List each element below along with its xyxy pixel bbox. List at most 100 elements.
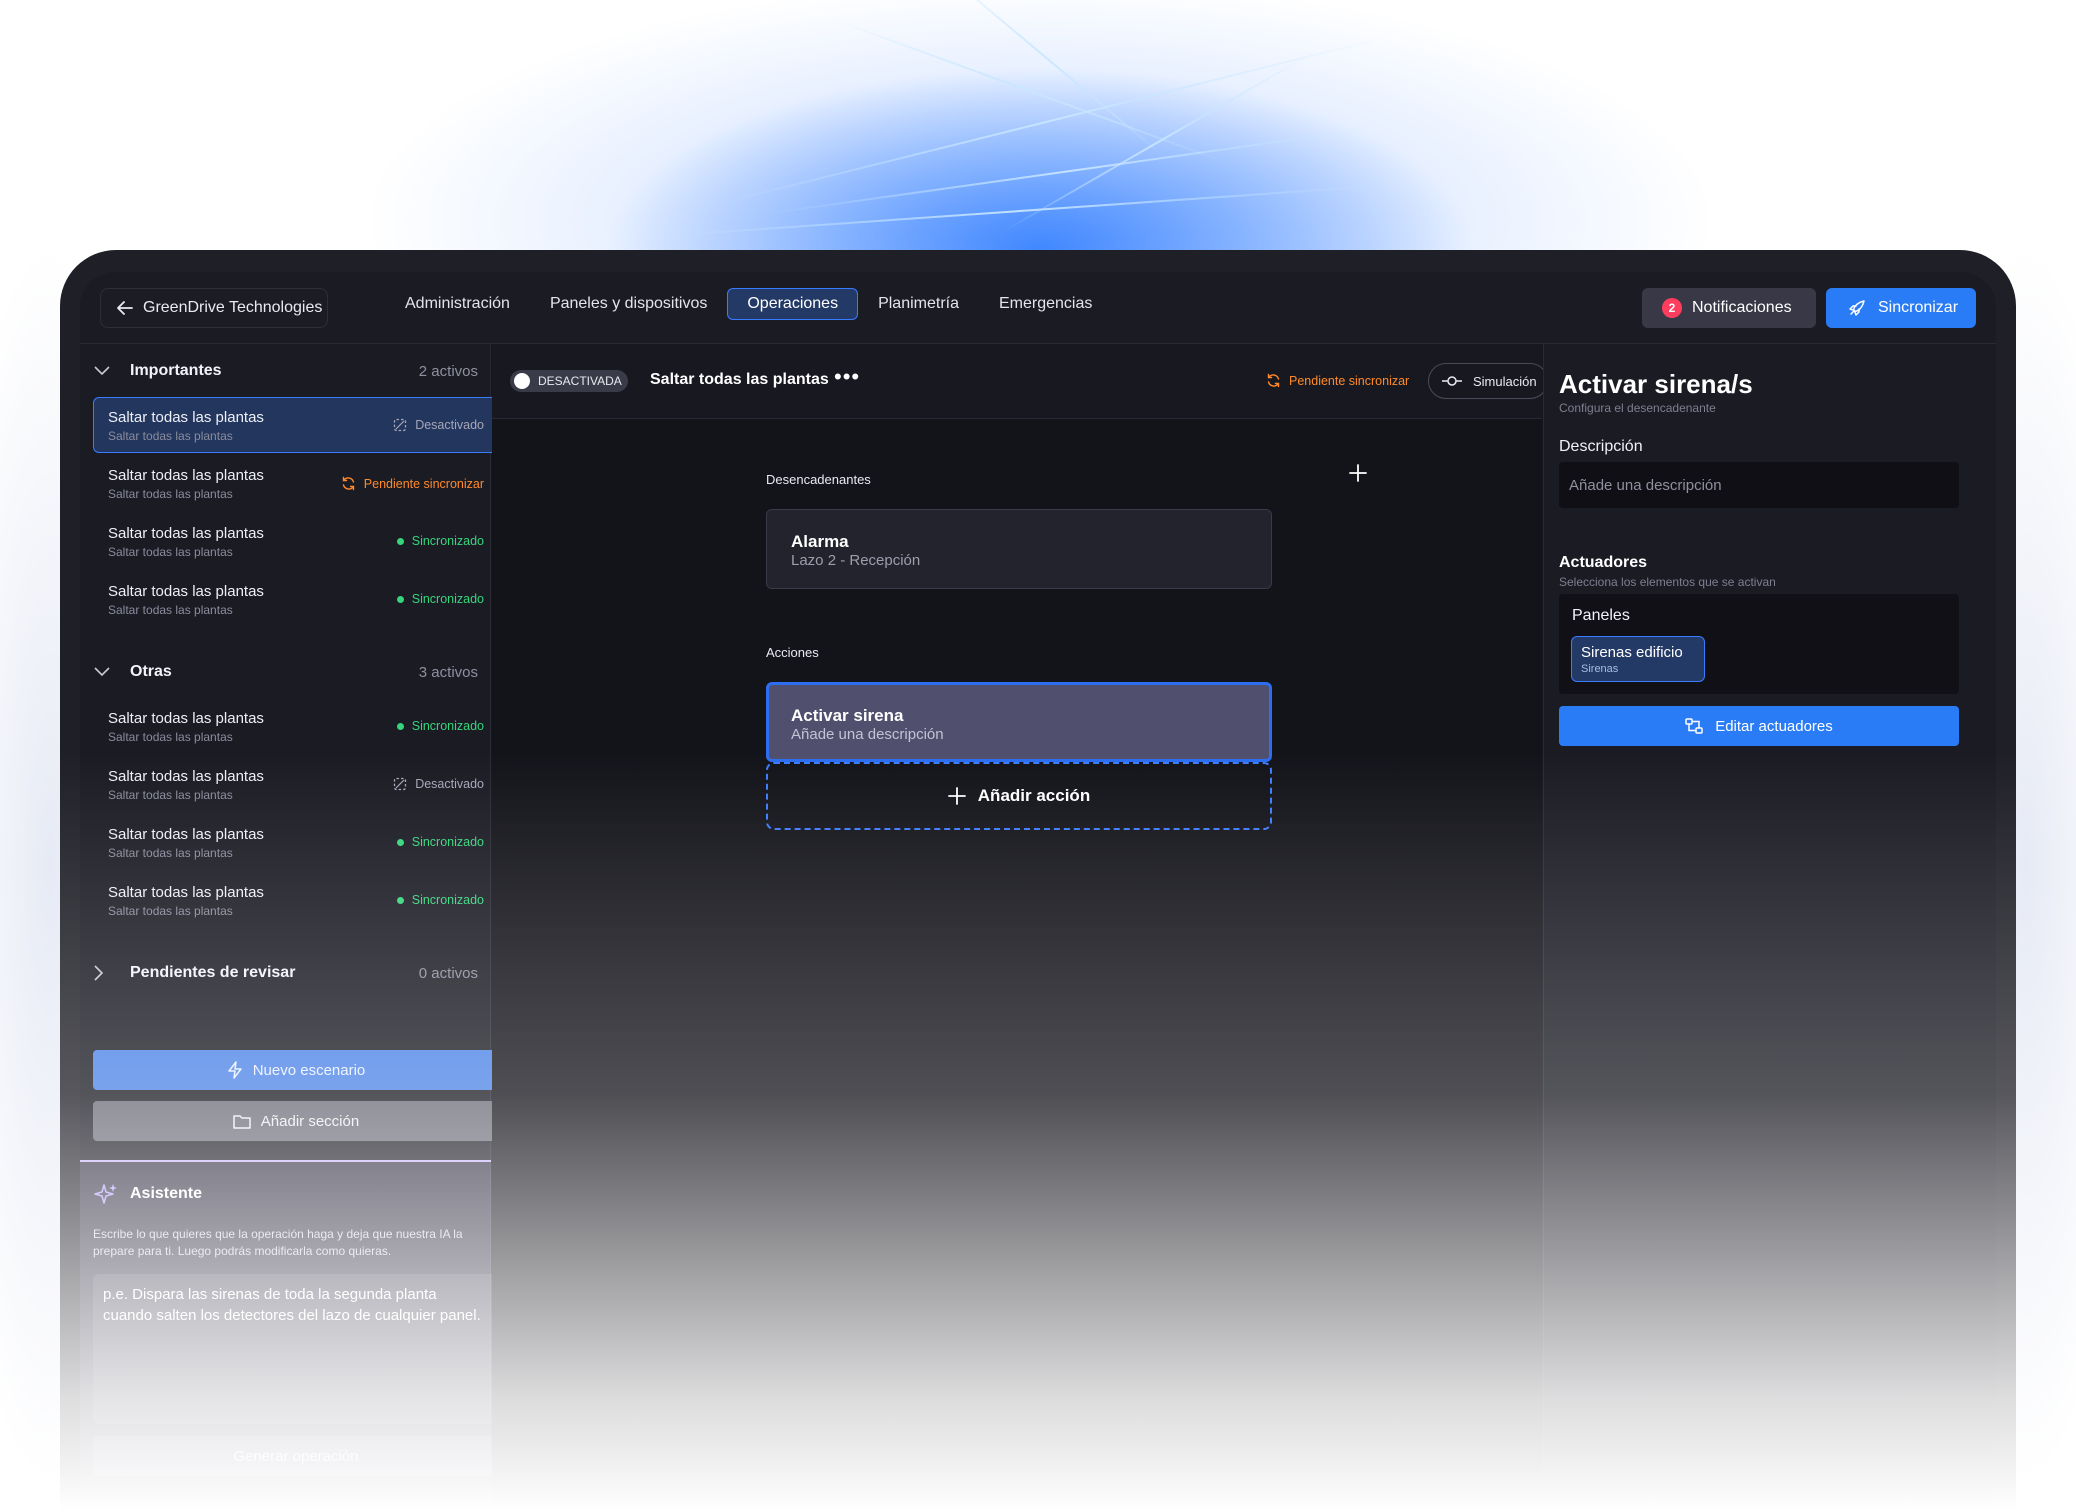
- status-badge: Sincronizado: [396, 835, 484, 849]
- assistant-description: Escribe lo que quieres que la operación …: [93, 1227, 463, 1258]
- section-otras[interactable]: Otras 3 activos: [94, 657, 478, 687]
- assistant-prompt-input[interactable]: p.e. Dispara las sirenas de toda la segu…: [93, 1274, 499, 1424]
- tab-paneles-dispositivos[interactable]: Paneles y dispositivos: [530, 288, 727, 320]
- active-toggle[interactable]: DESACTIVADA: [510, 370, 628, 392]
- new-scenario-label: Nuevo escenario: [252, 1061, 366, 1079]
- chevron-right-icon: [94, 965, 116, 981]
- refresh-icon: [341, 476, 356, 491]
- item-subtitle: Saltar todas las plantas: [108, 730, 233, 744]
- tab-planimetria[interactable]: Planimetría: [858, 288, 979, 320]
- status-badge: Desactivado: [393, 418, 484, 432]
- operation-editor: DESACTIVADA Saltar todas las plantas •••…: [492, 344, 1548, 1512]
- pending-sync-status: Pendiente sincronizar: [1266, 373, 1409, 388]
- sparkles-icon: [94, 1182, 118, 1206]
- group-title: Paneles: [1572, 607, 1630, 624]
- sync-button[interactable]: Sincronizar: [1826, 288, 1976, 328]
- tab-emergencias[interactable]: Emergencias: [979, 288, 1112, 320]
- notifications-label: Notificaciones: [1692, 299, 1792, 316]
- simulation-label: Simulación: [1473, 373, 1537, 389]
- panel-title: Activar sirena/s: [1559, 369, 1753, 399]
- list-item[interactable]: Saltar todas las plantas Saltar todas la…: [93, 698, 499, 754]
- status-dot-icon: [396, 722, 404, 730]
- status-text: Sincronizado: [411, 534, 484, 548]
- trigger-title: Alarma: [791, 532, 849, 551]
- status-badge: Sincronizado: [396, 893, 484, 907]
- list-item[interactable]: Saltar todas las plantas Saltar todas la…: [93, 872, 499, 928]
- arrow-left-icon: [117, 301, 133, 315]
- status-badge: Sincronizado: [396, 592, 484, 606]
- plus-icon: [947, 787, 966, 805]
- add-section-button[interactable]: Añadir sección: [93, 1101, 499, 1141]
- list-item[interactable]: Saltar todas las plantas Saltar todas la…: [93, 814, 499, 870]
- folder-icon: [233, 1114, 251, 1129]
- simulation-button[interactable]: Simulación: [1428, 363, 1548, 399]
- assistant-title: Asistente: [130, 1185, 203, 1202]
- item-subtitle: Saltar todas las plantas: [108, 545, 233, 559]
- status-badge: Sincronizado: [396, 719, 484, 733]
- chip-title: Sirenas edificio: [1581, 644, 1683, 661]
- status-badge: Sincronizado: [396, 534, 484, 548]
- status-text: Sincronizado: [411, 719, 484, 733]
- description-label: Descripción: [1559, 438, 1643, 455]
- status-text: Desactivado: [415, 418, 484, 432]
- add-action-label: Añadir acción: [977, 786, 1091, 805]
- item-title: Saltar todas las plantas: [108, 467, 264, 484]
- edit-actuators-label: Editar actuadores: [1715, 717, 1833, 735]
- lightning-icon: [227, 1061, 243, 1079]
- tab-administracion[interactable]: Administración: [385, 288, 530, 320]
- add-action-button[interactable]: Añadir acción: [766, 762, 1272, 830]
- item-title: Saltar todas las plantas: [108, 583, 264, 600]
- status-badge: Pendiente sincronizar: [341, 476, 484, 491]
- actuator-chip[interactable]: Sirenas edificio Sirenas: [1571, 636, 1705, 682]
- config-panel: Activar sirena/s Configura el desencaden…: [1543, 344, 1996, 1512]
- section-title: Otras: [130, 663, 172, 680]
- refresh-icon: [1266, 373, 1281, 388]
- trigger-card[interactable]: Alarma Lazo 2 - Recepción: [766, 509, 1272, 589]
- back-button[interactable]: GreenDrive Technologies: [100, 288, 328, 328]
- list-item[interactable]: Saltar todas las plantas Saltar todas la…: [93, 513, 499, 569]
- actuators-hint: Selecciona los elementos que se activan: [1559, 575, 1776, 589]
- trigger-subtitle: Lazo 2 - Recepción: [791, 552, 921, 569]
- section-count: 3 activos: [418, 663, 478, 681]
- list-item[interactable]: Saltar todas las plantas Saltar todas la…: [93, 455, 499, 511]
- toggle-knob: [514, 373, 530, 389]
- item-subtitle: Saltar todas las plantas: [108, 846, 233, 860]
- section-pendientes[interactable]: Pendientes de revisar 0 activos: [94, 958, 478, 988]
- status-dot-icon: [396, 595, 404, 603]
- generate-operation-button[interactable]: Generar operación: [93, 1436, 499, 1476]
- section-title: Importantes: [130, 362, 222, 379]
- actuators-title: Actuadores: [1559, 554, 1648, 571]
- more-options-icon[interactable]: •••: [834, 364, 860, 390]
- list-item[interactable]: Saltar todas las plantas Saltar todas la…: [93, 756, 499, 812]
- action-subtitle: Añade una descripción: [791, 726, 944, 743]
- triggers-label: Desencadenantes: [766, 472, 871, 487]
- tab-operaciones[interactable]: Operaciones: [727, 288, 859, 320]
- sync-label: Sincronizar: [1878, 299, 1959, 316]
- new-scenario-button[interactable]: Nuevo escenario: [93, 1050, 499, 1090]
- deactivated-icon: [393, 418, 407, 432]
- section-count: 0 activos: [418, 964, 478, 982]
- status-dot-icon: [396, 896, 404, 904]
- list-item[interactable]: Saltar todas las plantas Saltar todas la…: [93, 397, 499, 453]
- section-importantes[interactable]: Importantes 2 activos: [94, 356, 478, 386]
- scenario-sidebar: Importantes 2 activos Saltar todas las p…: [80, 344, 499, 1512]
- list-item[interactable]: Saltar todas las plantas Saltar todas la…: [93, 571, 499, 627]
- chevron-down-icon: [94, 667, 116, 677]
- add-trigger-icon[interactable]: [1349, 464, 1367, 482]
- rocket-icon: [1848, 299, 1866, 317]
- section-title: Pendientes de revisar: [130, 964, 296, 981]
- assistant-panel: Asistente Escribe lo que quieres que la …: [80, 1160, 499, 1512]
- action-card[interactable]: Activar sirena Añade una descripción: [766, 682, 1272, 762]
- status-dot-icon: [396, 537, 404, 545]
- description-input[interactable]: Añade una descripción: [1559, 462, 1959, 508]
- editor-toolbar: DESACTIVADA Saltar todas las plantas •••…: [492, 344, 1548, 419]
- back-button-label: GreenDrive Technologies: [143, 299, 323, 316]
- action-title: Activar sirena: [791, 706, 904, 725]
- item-title: Saltar todas las plantas: [108, 826, 264, 843]
- edit-actuators-button[interactable]: Editar actuadores: [1559, 706, 1959, 746]
- notifications-button[interactable]: 2 Notificaciones: [1642, 288, 1816, 328]
- actions-label: Acciones: [766, 645, 819, 660]
- device-frame: GreenDrive Technologies Administración P…: [60, 250, 2016, 1512]
- item-title: Saltar todas las plantas: [108, 768, 264, 785]
- status-text: Sincronizado: [411, 835, 484, 849]
